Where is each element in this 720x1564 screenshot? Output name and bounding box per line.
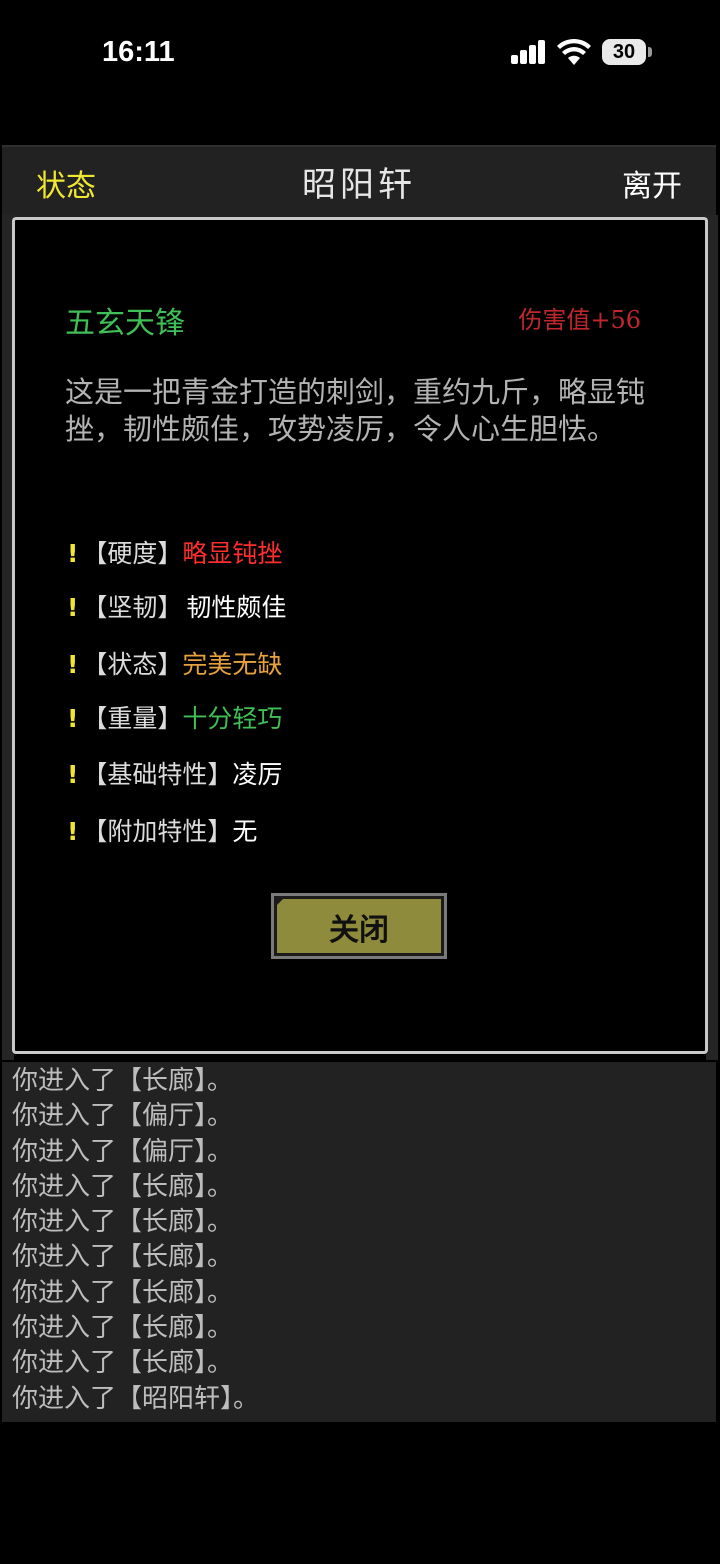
wifi-icon (557, 38, 591, 65)
attribute-value: 韧性颇佳 (186, 593, 287, 622)
log-line: 你进入了【长廊】。 (12, 1207, 234, 1238)
attribute-value: 略显钝挫 (182, 539, 283, 568)
item-detail-dialog: 五玄天锋 伤害值+56 这是一把青金打造的刺剑，重约九斤，略显钝挫，韧性颇佳，攻… (12, 217, 708, 1054)
exclamation-icon: ! (67, 817, 79, 846)
log-line: 你进入了【偏厅】。 (12, 1136, 234, 1167)
close-button[interactable]: 关闭 (271, 893, 447, 959)
attribute-base-trait: ! 【基础特性】凌厉 (67, 755, 282, 791)
attribute-value: 凌厉 (232, 760, 283, 789)
attribute-label: 【重量】 (82, 704, 183, 733)
item-description: 这是一把青金打造的刺剑，重约九斤，略显钝挫，韧性颇佳，攻势凌厉，令人心生胆怯。 (65, 375, 646, 446)
attribute-value: 十分轻巧 (182, 704, 283, 733)
message-log[interactable]: 你进入了【长廊】。 你进入了【偏厅】。 你进入了【偏厅】。 你进入了【长廊】。 … (2, 1062, 716, 1422)
status-bar: 16:11 30 (0, 0, 720, 100)
attribute-label: 【硬度】 (82, 539, 183, 568)
attribute-label: 【基础特性】 (82, 760, 233, 789)
attribute-extra-trait: ! 【附加特性】无 (67, 812, 257, 848)
item-name: 五玄天锋 (65, 306, 185, 341)
log-line: 你进入了【长廊】。 (12, 1066, 234, 1096)
attribute-hardness: ! 【硬度】略显钝挫 (67, 534, 282, 570)
leave-button[interactable]: 离开 (622, 161, 682, 205)
log-line: 你进入了【长廊】。 (12, 1277, 234, 1308)
game-header: 状态 昭阳轩 离开 (2, 145, 716, 217)
item-damage: 伤害值+56 (518, 306, 641, 334)
status-time: 16:11 (102, 36, 175, 68)
log-line: 你进入了【长廊】。 (12, 1171, 234, 1202)
exclamation-icon: ! (67, 593, 79, 622)
log-line: 你进入了【偏厅】。 (12, 1101, 234, 1132)
attribute-toughness: ! 【坚韧】 韧性颇佳 (67, 588, 286, 624)
exclamation-icon: ! (67, 539, 79, 568)
cellular-signal-icon (511, 40, 547, 64)
attribute-weight: ! 【重量】十分轻巧 (67, 699, 282, 735)
log-line: 你进入了【长廊】。 (12, 1348, 234, 1379)
battery-tip (648, 47, 652, 57)
log-line: 你进入了【长廊】。 (12, 1242, 234, 1273)
log-line: 你进入了【长廊】。 (12, 1313, 234, 1344)
location-title: 昭阳轩 (302, 165, 416, 205)
exclamation-icon: ! (67, 704, 79, 733)
attribute-label: 【坚韧】 (82, 593, 183, 622)
attribute-value: 无 (232, 817, 258, 846)
close-button-label: 关闭 (329, 913, 389, 948)
log-line: 你进入了【昭阳轩】。 (12, 1383, 260, 1414)
exclamation-icon: ! (67, 650, 79, 679)
attribute-value: 完美无缺 (182, 650, 283, 679)
exclamation-icon: ! (67, 760, 79, 789)
attribute-label: 【状态】 (82, 650, 183, 679)
attribute-label: 【附加特性】 (82, 817, 233, 846)
attribute-condition: ! 【状态】完美无缺 (67, 645, 282, 681)
battery-icon: 30 (602, 39, 646, 65)
